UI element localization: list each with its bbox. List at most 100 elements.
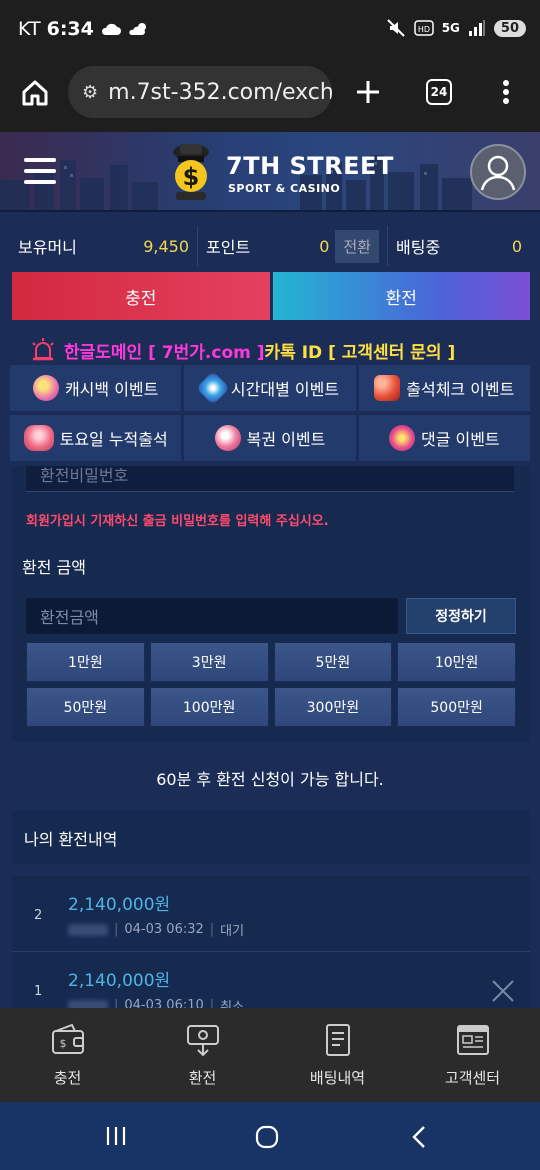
- amount-section-title: 환전 금액: [22, 558, 86, 577]
- history-meta: | 04-03 06:10 | 취소: [68, 996, 244, 1008]
- main-action-buttons: 충전 환전: [12, 272, 530, 320]
- redacted-name: [68, 923, 108, 936]
- history-number: 1: [34, 984, 43, 999]
- divider: |: [209, 922, 215, 937]
- cashback-icon: [32, 375, 59, 401]
- more-menu-icon[interactable]: [496, 78, 516, 106]
- tab-switcher-button[interactable]: 24: [426, 79, 452, 105]
- nav-label: 고객센터: [444, 1068, 501, 1087]
- nav-label: 배팅내역: [309, 1068, 366, 1087]
- status-bar: KT 6:34 HD 5G 50: [0, 0, 540, 60]
- convert-button[interactable]: 전환: [335, 229, 379, 263]
- amount-button[interactable]: 100만원: [149, 687, 269, 727]
- carrier: KT: [18, 18, 41, 40]
- exchange-wait-notice: 60분 후 환전 신청이 가능 합니다.: [156, 770, 384, 789]
- event-cashback[interactable]: 캐시백 이벤트: [10, 365, 182, 411]
- site-header: $ 7TH STREET SPORT & CASINO: [0, 132, 540, 212]
- hamburger-line: [24, 180, 56, 184]
- site-settings-icon[interactable]: ⚙: [82, 82, 98, 103]
- history-row[interactable]: 2 2,140,000원 | 04-03 06:32 | 대기: [12, 876, 530, 952]
- notice-marquee: 한글도메인 [ 7번가.com ] 카톡 ID [ 고객센터 문의 ]: [30, 336, 530, 364]
- signal-icon: [468, 20, 485, 36]
- address-bar[interactable]: ⚙ m.7st-352.com/excha: [68, 66, 332, 118]
- nav-customer-center[interactable]: 고객센터: [405, 1008, 540, 1102]
- network-type: 5G: [441, 21, 460, 35]
- home-button-icon[interactable]: [254, 1124, 280, 1150]
- event-label: 시간대별 이벤트: [230, 380, 340, 399]
- event-label: 토요일 누적출석: [59, 430, 168, 449]
- exchange-button[interactable]: 환전: [272, 272, 530, 320]
- svg-text:$: $: [183, 163, 200, 191]
- document-icon: [325, 1023, 350, 1056]
- point-label: 포인트: [206, 238, 251, 257]
- back-icon[interactable]: [408, 1124, 430, 1150]
- user-avatar-button[interactable]: [470, 144, 526, 200]
- close-icon[interactable]: [488, 976, 518, 1006]
- amount-button[interactable]: 300만원: [273, 687, 393, 727]
- event-label: 댓글 이벤트: [420, 430, 500, 449]
- event-time[interactable]: 시간대별 이벤트: [184, 365, 356, 411]
- amount-button[interactable]: 5만원: [273, 642, 393, 682]
- logo-mascot-icon: $: [173, 144, 209, 200]
- system-navigation-bar: [0, 1102, 540, 1170]
- divider: |: [209, 998, 215, 1008]
- time-event-icon: [195, 371, 230, 405]
- wallet-icon: $: [51, 1023, 84, 1054]
- nav-label: 충전: [53, 1068, 82, 1087]
- amount-button[interactable]: 500만원: [397, 687, 516, 727]
- amount-button[interactable]: 50만원: [26, 687, 145, 727]
- history-meta: | 04-03 06:32 | 대기: [68, 920, 244, 939]
- amount-button[interactable]: 10만원: [397, 642, 516, 682]
- lottery-icon: [214, 425, 241, 451]
- event-label: 복권 이벤트: [246, 430, 326, 449]
- battery-level: 50: [493, 19, 526, 37]
- amount-button[interactable]: 1만원: [26, 642, 145, 682]
- nav-betting-history[interactable]: 배팅내역: [270, 1008, 405, 1102]
- history-status: 취소: [220, 1000, 245, 1008]
- browser-toolbar: ⚙ m.7st-352.com/excha 24: [0, 60, 540, 132]
- history-title: 나의 환전내역: [12, 810, 530, 864]
- exchange-icon: [186, 1024, 219, 1056]
- event-comment[interactable]: 댓글 이벤트: [358, 415, 530, 461]
- url-text: m.7st-352.com/excha: [108, 79, 332, 105]
- bottom-navigation: $ 충전 환전 배팅내역 고객센터: [0, 1008, 540, 1102]
- svg-text:$: $: [59, 1037, 66, 1050]
- charge-button[interactable]: 충전: [12, 272, 270, 320]
- event-lottery[interactable]: 복권 이벤트: [184, 415, 356, 461]
- hd-icon: HD: [413, 20, 434, 36]
- nav-charge[interactable]: $ 충전: [0, 1008, 135, 1102]
- comment-event-icon: [388, 425, 415, 451]
- event-saturday[interactable]: 토요일 누적출석: [10, 415, 182, 461]
- exchange-amount-input[interactable]: 환전금액: [26, 598, 398, 634]
- divider: |: [114, 998, 119, 1008]
- history-date: 04-03 06:32: [124, 922, 204, 937]
- new-tab-icon[interactable]: [354, 78, 382, 106]
- history-amount: 2,140,000원: [68, 895, 171, 915]
- alarm-icon: [32, 338, 54, 361]
- mute-icon: [386, 19, 405, 37]
- newspaper-icon: [456, 1024, 489, 1055]
- exchange-password-input[interactable]: 환전비밀번호: [26, 466, 514, 492]
- menu-button[interactable]: [24, 158, 56, 184]
- history-row[interactable]: 1 2,140,000원 | 04-03 06:10 | 취소: [12, 952, 530, 1008]
- reset-button[interactable]: 정정하기: [406, 598, 516, 634]
- notice-domain: 한글도메인 [ 7번가.com ]: [64, 342, 265, 363]
- betting-value: 0: [511, 236, 522, 256]
- home-icon[interactable]: [20, 78, 50, 108]
- weather-icon: [129, 23, 146, 35]
- divider: |: [114, 922, 119, 937]
- gift-icon: [23, 425, 54, 451]
- amount-button[interactable]: 3만원: [149, 642, 269, 682]
- nav-exchange[interactable]: 환전: [135, 1008, 270, 1102]
- dice-icon: [374, 375, 401, 401]
- history-list: 2 2,140,000원 | 04-03 06:32 | 대기 1 2,140,…: [12, 876, 530, 1008]
- event-attendance[interactable]: 출석체크 이벤트: [358, 365, 530, 411]
- logo-subtitle: SPORT & CASINO: [228, 182, 341, 195]
- recent-apps-icon[interactable]: [104, 1124, 128, 1148]
- exchange-form: 환전비밀번호 회원가입시 기재하신 출금 비밀번호를 입력해 주십시오. 환전 …: [12, 466, 530, 742]
- notice-kakao: 카톡 ID [ 고객센터 문의 ]: [264, 342, 456, 363]
- money-value: 9,450: [143, 236, 189, 256]
- hamburger-line: [24, 169, 56, 173]
- event-label: 출석체크 이벤트: [406, 380, 515, 399]
- history-amount: 2,140,000원: [68, 971, 171, 991]
